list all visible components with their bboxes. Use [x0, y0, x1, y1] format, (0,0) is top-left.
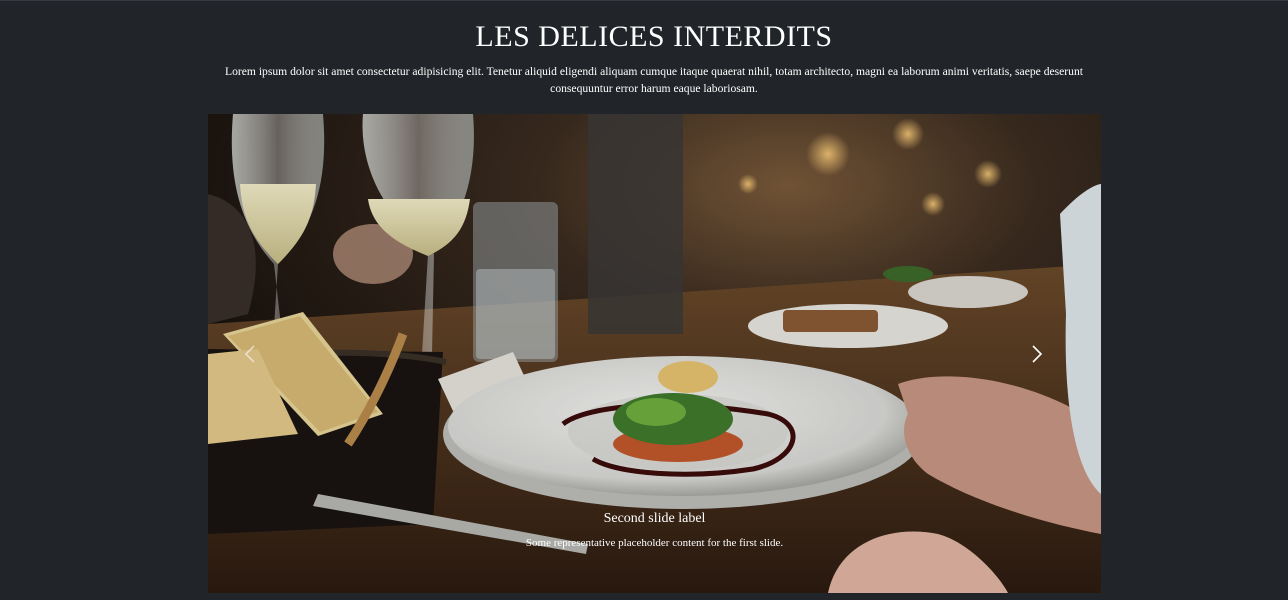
chevron-left-icon	[244, 344, 255, 363]
slide-caption: Second slide label Some representative p…	[208, 509, 1101, 551]
intro-text: Lorem ipsum dolor sit amet consectetur a…	[225, 65, 1083, 95]
page: LES DELICES INTERDITS Lorem ipsum dolor …	[0, 0, 1288, 600]
chevron-right-icon	[1032, 344, 1043, 363]
caption-text: Some representative placeholder content …	[525, 537, 784, 549]
header: LES DELICES INTERDITS Lorem ipsum dolor …	[208, 19, 1100, 97]
image-carousel[interactable]: Second slide label Some representative p…	[208, 114, 1101, 593]
site-title: LES DELICES INTERDITS	[475, 20, 833, 53]
caption-title: Second slide label	[603, 511, 706, 526]
